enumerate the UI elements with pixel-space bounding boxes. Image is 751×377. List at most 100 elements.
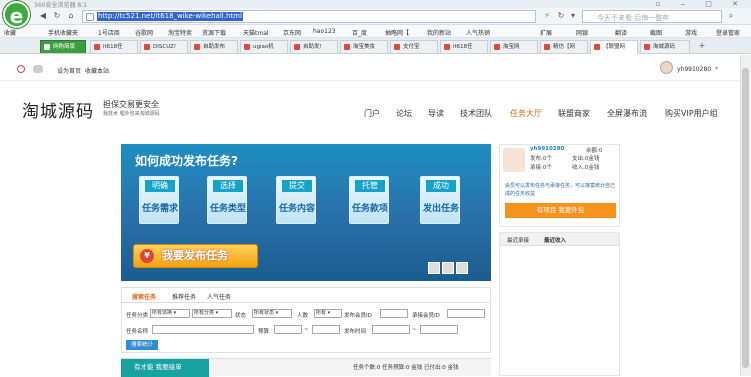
tab-item[interactable]: 精仿【网: [540, 40, 588, 53]
weibo-icon[interactable]: [17, 65, 25, 73]
favorite-item[interactable]: 我的新站: [427, 28, 451, 37]
status-select[interactable]: 所有状态 ▾: [252, 309, 292, 318]
tab-label: 淘宝美妆: [353, 44, 376, 50]
tab-item[interactable]: ugiao机: [240, 40, 288, 53]
games-item[interactable]: 游戏: [685, 28, 697, 37]
favorite-item[interactable]: 资源下载: [202, 28, 226, 37]
extension-item[interactable]: 扩展: [540, 28, 552, 37]
time-start-input[interactable]: [372, 325, 410, 334]
search-box[interactable]: 今天不来看 后悔一整年: [582, 10, 722, 23]
publish-task-button[interactable]: ¥ 我要发布任务: [133, 244, 258, 268]
budget-max-input[interactable]: [312, 325, 340, 334]
favorite-item[interactable]: 抽略网【: [385, 28, 409, 37]
menu-arrow-icon[interactable]: ▾: [715, 65, 718, 72]
nav-task-hall[interactable]: 任务大厅: [510, 108, 542, 119]
tab-search-tasks[interactable]: 搜索任务: [132, 292, 156, 301]
budget-min-input[interactable]: [274, 325, 302, 334]
nav-forum[interactable]: 论坛: [396, 108, 412, 119]
back-icon[interactable]: ◀: [38, 11, 48, 21]
tab-label: it618任: [453, 44, 473, 50]
address-bar[interactable]: http://tc521.net/it618_wike-wikehall.htm…: [82, 10, 536, 23]
time-end-input[interactable]: [420, 325, 458, 334]
reload-icon[interactable]: ↻: [556, 11, 566, 21]
people-select[interactable]: 所有 ▾: [314, 309, 342, 318]
outsource-button[interactable]: 有项目 我要外包: [505, 203, 616, 218]
tab-item[interactable]: it618任: [440, 40, 488, 53]
thumbnail[interactable]: [442, 262, 454, 274]
favorite-item[interactable]: 收藏: [4, 28, 16, 37]
category-label: 任务分类: [126, 313, 149, 319]
task-stats-bar: 有才能 我要接单 任务个数:0 任务预算:0 金钱 已付出:0 金钱: [121, 358, 491, 377]
tab-recent-accepted[interactable]: 最近承接: [507, 236, 529, 244]
window-controls[interactable]: ▫ ‒ □ ✕: [656, 0, 747, 8]
nav-merchants[interactable]: 联盟商家: [558, 108, 590, 119]
favorite-item[interactable]: 人气热销: [466, 28, 490, 37]
tab-item[interactable]: 自助发布: [190, 40, 238, 53]
favorite-item[interactable]: hao123: [313, 28, 336, 35]
tab-item-active[interactable]: 【联盟网: [590, 40, 638, 54]
tab-label: DISCUZ!: [153, 44, 177, 50]
user-avatar[interactable]: [660, 61, 673, 74]
tab-favicon-icon: [644, 44, 650, 50]
nav-guide[interactable]: 导读: [428, 108, 444, 119]
scrollbar-thumb[interactable]: [742, 68, 749, 368]
bank-item[interactable]: 网银: [576, 28, 588, 37]
tab-item[interactable]: 淘宝美妆: [340, 40, 388, 53]
lightning-icon[interactable]: ⚡: [542, 11, 552, 21]
tab-recent-income[interactable]: 最近收入: [544, 236, 566, 244]
task-banner[interactable]: 如何成功发布任务? 明确 任务需求 选择 任务类型 提交 任务内容 托管 任务款项 成功…: [121, 144, 491, 281]
tab-item[interactable]: 淘城源码: [640, 40, 690, 53]
tab-favicon-icon: [194, 44, 200, 50]
publisher-id-input[interactable]: [380, 309, 408, 318]
accepter-id-input[interactable]: [447, 309, 485, 318]
task-name-input[interactable]: [152, 325, 254, 334]
favorite-item[interactable]: 手机收藏夹: [48, 28, 78, 37]
favorites-bar: 收藏 手机收藏夹 1号店商 谷歌网 淘宝特卖 资源下载 天猫tmal 京东网 h…: [0, 25, 751, 38]
category-select[interactable]: 所有派换 ▾: [150, 309, 190, 318]
nav-buy-vip[interactable]: 购买VIP用户组: [665, 108, 718, 119]
nav-portal[interactable]: 门户: [364, 108, 380, 119]
nav-waterfall[interactable]: 全屏瀑布流: [607, 108, 647, 119]
thumbnail[interactable]: [456, 262, 468, 274]
tab-label: ugiao机: [253, 44, 274, 50]
site-brand[interactable]: 淘城源码: [22, 97, 94, 122]
search-icon[interactable]: ⌕: [726, 11, 736, 21]
favorite-item[interactable]: 1号店商: [98, 28, 120, 37]
new-tab-icon[interactable]: +: [697, 41, 707, 51]
set-homepage-link[interactable]: 设为首页: [57, 66, 81, 75]
home-icon[interactable]: ⌂: [66, 11, 76, 21]
translate-item[interactable]: 翻译: [615, 28, 627, 37]
nav-tech-team[interactable]: 技术团队: [460, 108, 492, 119]
bookmark-site-link[interactable]: 收藏本站: [85, 66, 109, 75]
login-manager-item[interactable]: 登录管家: [716, 28, 740, 37]
tab-item[interactable]: 支付宝: [390, 40, 438, 53]
favorite-item[interactable]: 百_度: [352, 28, 367, 37]
search-submit-button[interactable]: 搜索统计: [126, 340, 158, 350]
profile-username[interactable]: yh9910280: [530, 146, 564, 152]
dropdown-icon[interactable]: ▾: [568, 11, 578, 21]
tab-recommended-tasks[interactable]: 推荐任务: [172, 292, 196, 301]
accept-orders-tab[interactable]: 有才能 我要接单: [121, 359, 209, 377]
top-username[interactable]: yh9910280: [677, 66, 711, 73]
banner-title: 如何成功发布任务?: [135, 154, 238, 168]
thumbnail[interactable]: [428, 262, 440, 274]
tab-item[interactable]: 自助发!: [290, 40, 338, 53]
tab-item[interactable]: it618任: [90, 40, 138, 53]
tab-item[interactable]: DISCUZ!: [140, 40, 188, 53]
wechat-icon[interactable]: [33, 65, 43, 73]
screenshot-item[interactable]: 截图: [650, 28, 662, 37]
tab-item[interactable]: 网购简版: [40, 40, 86, 53]
step-body: 任务款项: [351, 204, 388, 214]
banner-thumbnails[interactable]: [426, 262, 486, 278]
favorite-item[interactable]: 京东网: [283, 28, 301, 37]
favorite-item[interactable]: 淘宝特卖: [168, 28, 192, 37]
status-value: 所有状态: [254, 310, 275, 316]
tab-item[interactable]: 淘宝网: [490, 40, 538, 53]
tab-popular-tasks[interactable]: 人气任务: [207, 292, 231, 301]
profile-avatar[interactable]: [503, 148, 525, 172]
subcategory-select[interactable]: 所有分类 ▾: [192, 309, 232, 318]
favorite-item[interactable]: 谷歌网: [135, 28, 153, 37]
url-text[interactable]: http://tc521.net/it618_wike-wikehall.htm…: [97, 12, 243, 21]
refresh-icon[interactable]: ↻: [52, 11, 62, 21]
favorite-item[interactable]: 天猫tmal: [243, 28, 269, 37]
